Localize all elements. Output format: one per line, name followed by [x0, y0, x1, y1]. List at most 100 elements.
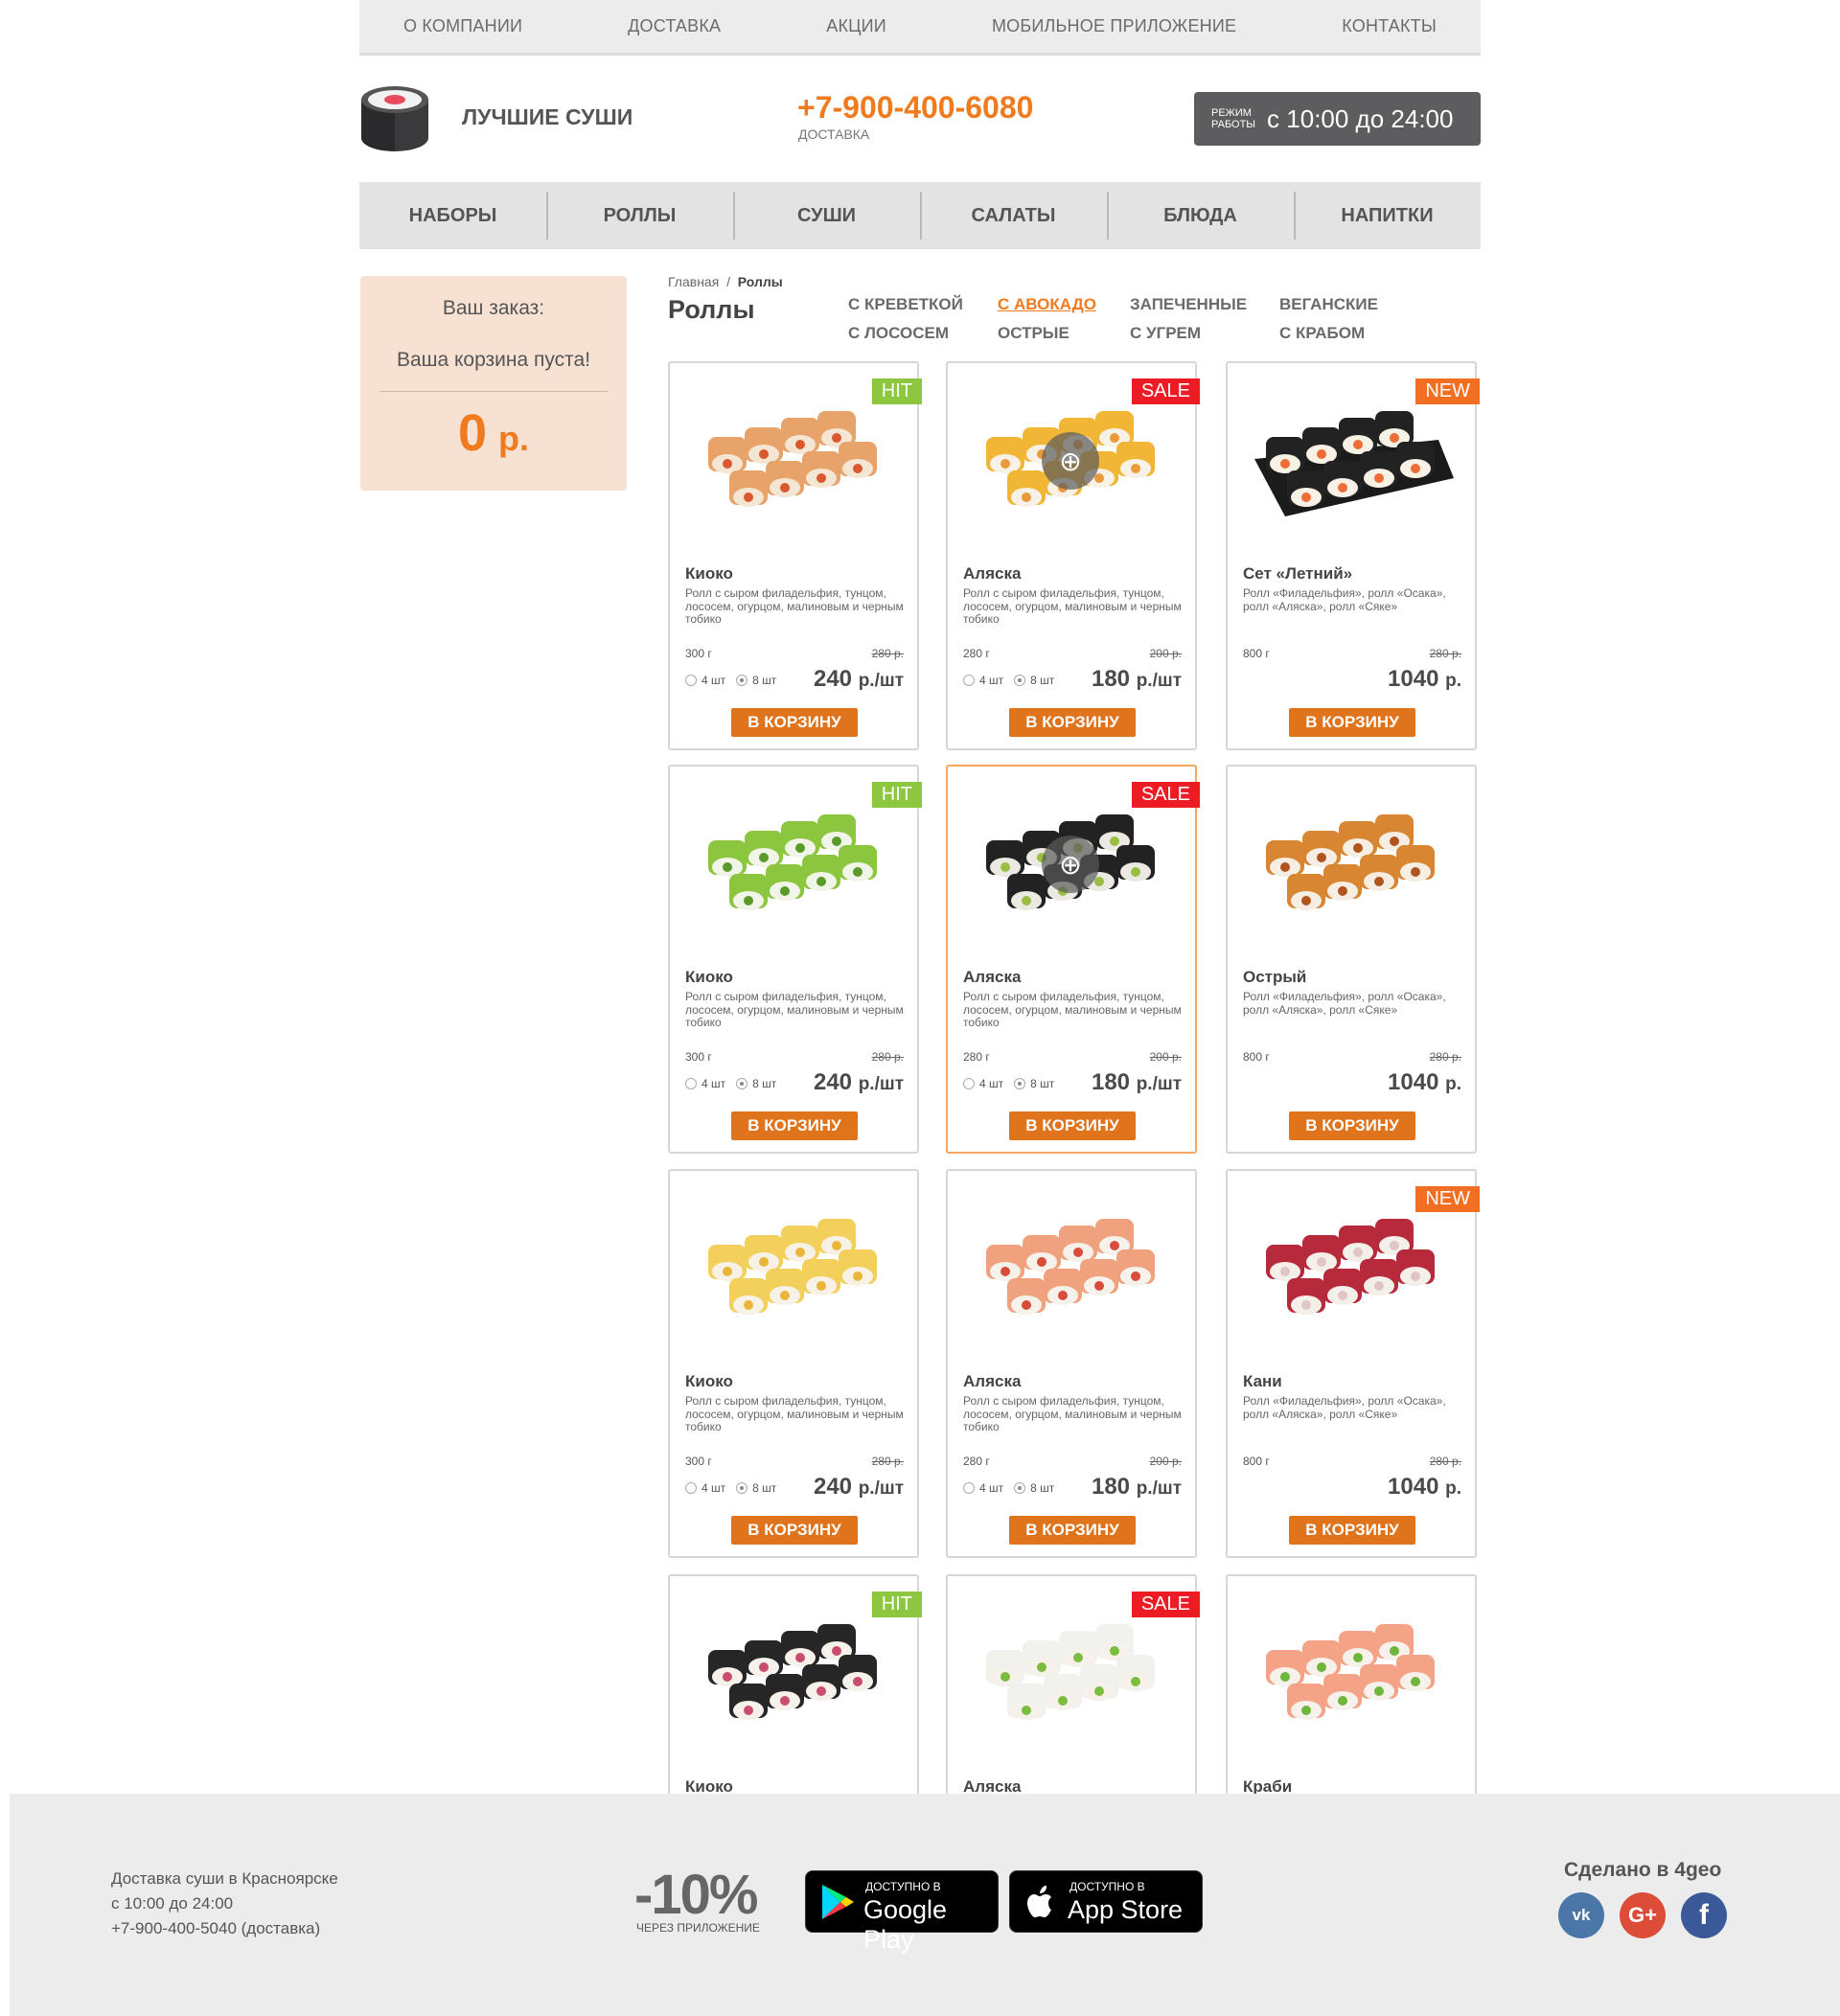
qty-4-radio[interactable]	[963, 675, 975, 686]
add-to-cart-button[interactable]: В КОРЗИНУ	[731, 1516, 858, 1545]
category-salads[interactable]: САЛАТЫ	[920, 182, 1107, 249]
product-description: Ролл «Филадельфия», ролл «Осака», ролл «…	[1243, 990, 1446, 1017]
topnav-mobile-app[interactable]: МОБИЛЬНОЕ ПРИЛОЖЕНИЕ	[992, 16, 1236, 36]
qty-4-radio[interactable]	[685, 1482, 697, 1494]
facebook-icon[interactable]: f	[1681, 1892, 1727, 1938]
quantity-selector: 4 шт 8 шт	[685, 674, 776, 687]
product-name[interactable]: Аляска	[963, 564, 1021, 584]
qty-4-radio[interactable]	[963, 1482, 975, 1494]
subcategory-7[interactable]: С КРАБОМ	[1279, 324, 1414, 343]
google-play-button[interactable]: ДОСТУПНО В Google Play	[805, 1870, 999, 1954]
qty-4-radio[interactable]	[685, 675, 697, 686]
category-sushi[interactable]: СУШИ	[733, 182, 920, 249]
topnav-promos[interactable]: АКЦИИ	[826, 16, 886, 36]
add-to-cart-button[interactable]: В КОРЗИНУ	[1289, 1111, 1415, 1140]
add-to-cart-button[interactable]: В КОРЗИНУ	[731, 1111, 858, 1140]
product-name[interactable]: Сет «Летний»	[1243, 564, 1352, 584]
subcategory-3[interactable]: ВЕГАНСКИЕ	[1279, 295, 1414, 314]
product-name[interactable]: Аляска	[963, 968, 1021, 987]
product-card[interactable]: NEW Кани Ролл «Филадельфия», ролл «Осака»,…	[1226, 1169, 1480, 1558]
badge-hit: HIT	[871, 782, 922, 808]
vk-icon[interactable]: vk	[1558, 1892, 1604, 1938]
product-weight: 280 г	[963, 1050, 990, 1064]
product-name[interactable]: Киоко	[685, 1372, 733, 1391]
product-photo[interactable]	[689, 1615, 902, 1739]
product-photo[interactable]	[1247, 805, 1460, 929]
category-nav: НАБОРЫ РОЛЛЫ СУШИ САЛАТЫ БЛЮДА НАПИТКИ	[359, 182, 1481, 249]
product-card[interactable]: Киоко Ролл с сыром филадельфия, тунцом, л…	[668, 1169, 919, 1558]
add-to-cart-button[interactable]: В КОРЗИНУ	[1009, 708, 1136, 737]
product-card[interactable]: SALE ⊕ Аляска Ролл с сыром филадельфия, тун…	[946, 765, 1200, 1154]
topnav-contacts[interactable]: КОНТАКТЫ	[1342, 16, 1437, 36]
breadcrumb-home[interactable]: Главная	[668, 274, 719, 289]
google-plus-icon[interactable]: G+	[1620, 1892, 1666, 1938]
qty-8-radio[interactable]	[1014, 1482, 1026, 1494]
product-name[interactable]: Аляска	[963, 1372, 1021, 1391]
subcategory-0[interactable]: С КРЕВЕТКОЙ	[848, 295, 998, 314]
qty-4-radio[interactable]	[963, 1078, 975, 1089]
product-card[interactable]: NEW Сет «Летний» Ролл «Филадельфия», ролл …	[1226, 361, 1480, 750]
category-sets[interactable]: НАБОРЫ	[359, 182, 546, 249]
product-photo[interactable]	[967, 1615, 1180, 1739]
made-by[interactable]: Сделано в 4geo	[1564, 1859, 1721, 1882]
product-photo[interactable]	[1247, 401, 1460, 526]
product-photo[interactable]	[689, 401, 902, 526]
cart-divider	[380, 391, 608, 392]
add-to-cart-button[interactable]: В КОРЗИНУ	[1009, 1111, 1136, 1140]
add-to-cart-button[interactable]: В КОРЗИНУ	[1009, 1516, 1136, 1545]
product-price: 1040 р.	[1388, 666, 1461, 692]
add-to-cart-button[interactable]: В КОРЗИНУ	[731, 708, 858, 737]
product-photo[interactable]	[1247, 1209, 1460, 1334]
badge-sale: SALE	[1131, 378, 1200, 404]
product-old-price: 280 р.	[1429, 1455, 1461, 1468]
app-store-button[interactable]: ДОСТУПНО В App Store	[1009, 1870, 1203, 1933]
add-to-cart-button[interactable]: В КОРЗИНУ	[1289, 708, 1415, 737]
product-weight: 800 г	[1243, 1455, 1270, 1468]
qty-8-radio[interactable]	[736, 1078, 748, 1089]
product-name[interactable]: Киоко	[685, 564, 733, 584]
cart-total: 0 р.	[457, 404, 530, 462]
subcategory-2[interactable]: ЗАПЕЧЕННЫЕ	[1130, 295, 1279, 314]
product-card[interactable]: HIT Киоко Ролл с сыром филадельфия, тунцом…	[668, 361, 922, 750]
category-drinks[interactable]: НАПИТКИ	[1294, 182, 1481, 249]
product-name[interactable]: Киоко	[685, 968, 733, 987]
product-card[interactable]: SALE ⊕ Аляска Ролл с сыром филадельфия, тун…	[946, 361, 1200, 750]
topnav-delivery[interactable]: ДОСТАВКА	[628, 16, 721, 36]
product-card[interactable]: Острый Ролл «Филадельфия», ролл «Осака», …	[1226, 765, 1477, 1154]
qty-8-radio[interactable]	[736, 675, 748, 686]
product-old-price: 280 р.	[1429, 647, 1461, 660]
product-photo[interactable]	[1247, 1615, 1460, 1739]
subcategory-4[interactable]: С ЛОСОСЕМ	[848, 324, 998, 343]
header-phone[interactable]: +7-900-400-6080	[797, 90, 1033, 126]
product-old-price: 280 р.	[871, 1050, 904, 1064]
product-photo[interactable]	[689, 1209, 902, 1334]
badge-hit: HIT	[871, 378, 922, 404]
subcategory-6[interactable]: С УГРЕМ	[1130, 324, 1279, 343]
topnav-about[interactable]: О КОМПАНИИ	[403, 16, 522, 36]
zoom-icon[interactable]: ⊕	[1042, 432, 1099, 490]
qty-8-radio[interactable]	[736, 1482, 748, 1494]
product-photo[interactable]	[967, 1209, 1180, 1334]
qty-8-radio[interactable]	[1014, 675, 1026, 686]
qty-8-radio[interactable]	[1014, 1078, 1026, 1089]
add-to-cart-button[interactable]: В КОРЗИНУ	[1289, 1516, 1415, 1545]
category-rolls[interactable]: РОЛЛЫ	[546, 182, 733, 249]
sushi-logo-icon[interactable]	[359, 84, 430, 155]
category-dishes[interactable]: БЛЮДА	[1107, 182, 1294, 249]
product-description: Ролл с сыром филадельфия, тунцом, лососе…	[963, 1394, 1182, 1433]
qty-4-radio[interactable]	[685, 1078, 697, 1089]
subcategory-1[interactable]: С АВОКАДО	[998, 295, 1130, 314]
subcategory-5[interactable]: ОСТРЫЕ	[998, 324, 1130, 343]
zoom-icon[interactable]: ⊕	[1042, 836, 1099, 893]
quantity-selector: 4 шт 8 шт	[963, 1481, 1054, 1495]
cart-widget[interactable]: Ваш заказ: Ваша корзина пуста! 0 р.	[360, 276, 627, 491]
product-name[interactable]: Острый	[1243, 968, 1306, 987]
brand-name: ЛУЧШИЕ СУШИ	[462, 104, 633, 129]
app-discount: -10%	[634, 1864, 758, 1926]
product-name[interactable]: Кани	[1243, 1372, 1282, 1391]
product-photo[interactable]	[689, 805, 902, 929]
product-card[interactable]: Аляска Ролл с сыром филадельфия, тунцом, …	[946, 1169, 1197, 1558]
product-card[interactable]: HIT Киоко Ролл с сыром филадельфия, тунцом…	[668, 765, 922, 1154]
product-price: 240 р./шт	[813, 666, 904, 692]
product-old-price: 200 р.	[1149, 647, 1182, 660]
